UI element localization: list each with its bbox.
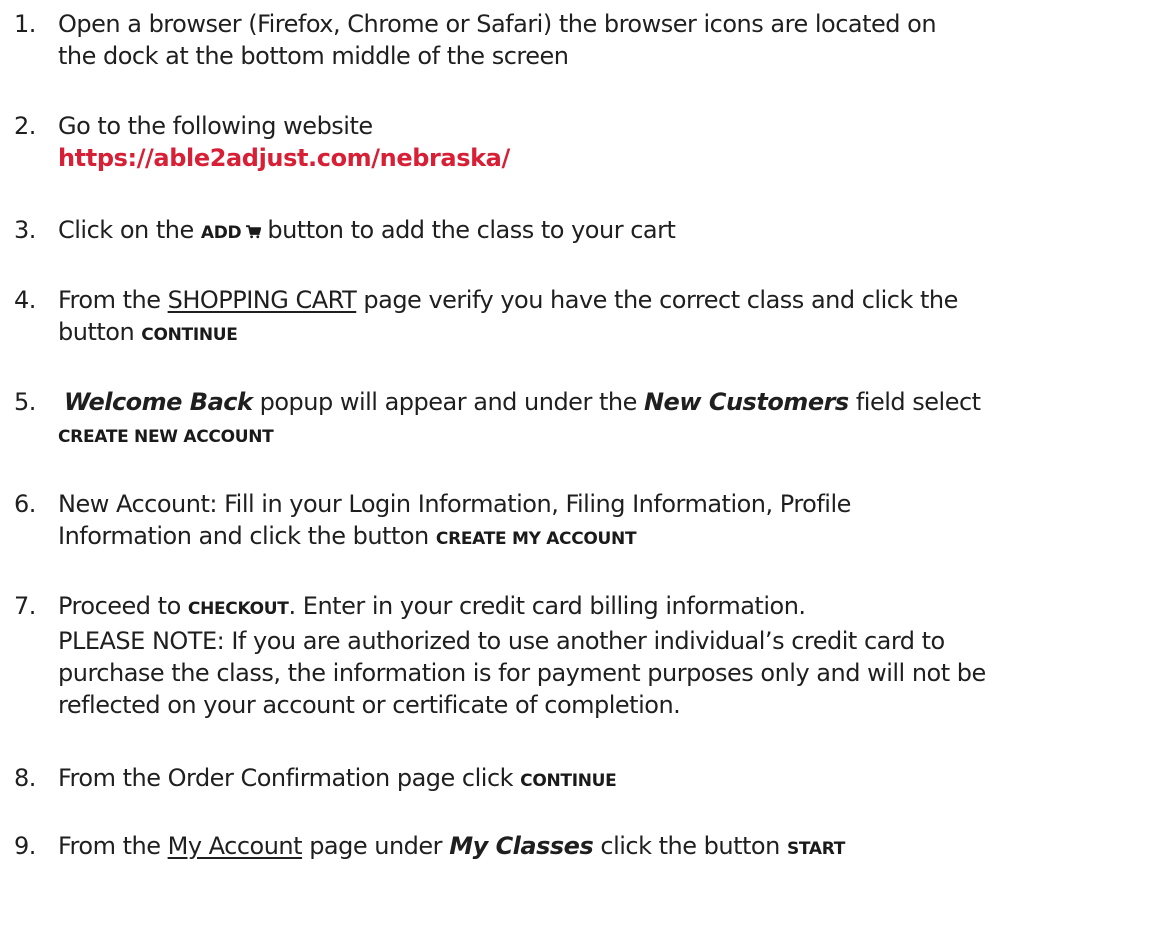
step-number: 5. — [14, 388, 36, 416]
step-number: 1. — [14, 10, 36, 38]
note-text: PLEASE NOTE: If you are authorized to us… — [58, 627, 945, 655]
step-text: click the button — [593, 832, 787, 860]
my-account-page-name: My Account — [167, 832, 303, 860]
add-button-label: ADD — [200, 223, 242, 243]
checkout-label: CHECKOUT — [187, 599, 289, 619]
step-number: 4. — [14, 286, 36, 314]
field-name: New Customers — [643, 388, 849, 416]
note-text: purchase the class, the information is f… — [58, 659, 986, 687]
continue-button-label: CONTINUE — [520, 771, 617, 791]
step-text: Go to the following website — [58, 112, 373, 140]
step-text: New Account: Fill in your Login Informat… — [58, 490, 851, 518]
step-text: button to add the class to your cart — [267, 216, 676, 244]
step-text: From the Order Confirmation page click — [58, 764, 521, 792]
shopping-cart-page-name: SHOPPING CART — [167, 286, 357, 314]
continue-button-label: CONTINUE — [141, 325, 238, 345]
step-text: . Enter in your credit card billing info… — [288, 592, 806, 620]
step-number: 7. — [14, 592, 36, 620]
step-text: Proceed to — [58, 592, 188, 620]
step-number: 3. — [14, 216, 36, 244]
step-text: button — [58, 318, 142, 346]
step-text: Click on the — [58, 216, 201, 244]
start-button-label: START — [786, 839, 846, 859]
step-text: From the — [58, 286, 168, 314]
step-text: the dock at the bottom middle of the scr… — [58, 42, 569, 70]
step-text: page verify you have the correct class a… — [356, 286, 958, 314]
step-number: 9. — [14, 832, 36, 860]
create-new-account-label: CREATE NEW ACCOUNT — [58, 427, 274, 447]
create-my-account-label: CREATE MY ACCOUNT — [435, 529, 637, 549]
step-text: Information and click the button — [58, 522, 436, 550]
step-text: From the — [58, 832, 168, 860]
step-text: field select — [848, 388, 981, 416]
step-text: Open a browser (Firefox, Chrome or Safar… — [58, 10, 937, 38]
step-text: page under — [302, 832, 450, 860]
shopping-cart-icon — [245, 215, 262, 247]
step-number: 6. — [14, 490, 36, 518]
note-text: reflected on your account or certificate… — [58, 691, 681, 719]
popup-name: Welcome Back — [64, 388, 253, 416]
website-link[interactable]: https://able2adjust.com/nebraska/ — [58, 142, 510, 174]
section-name: My Classes — [449, 832, 594, 860]
step-number: 8. — [14, 764, 36, 792]
step-text: popup will appear and under the — [252, 388, 644, 416]
step-number: 2. — [14, 112, 36, 140]
